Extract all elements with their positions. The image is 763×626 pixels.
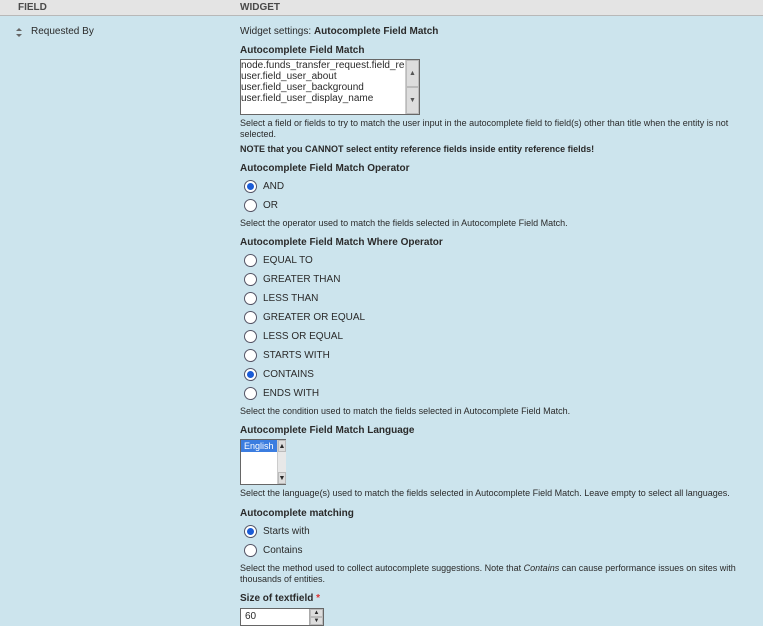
where-operator-option[interactable]: LESS OR EQUAL — [244, 330, 751, 343]
field-match-option[interactable]: node.funds_transfer_request.field_reques… — [241, 60, 405, 71]
where-operator-option[interactable]: ENDS WITH — [244, 387, 751, 400]
stepper-up-icon[interactable]: ▲ — [310, 609, 323, 617]
section-title-matching: Autocomplete matching — [240, 508, 751, 519]
matching-label: Contains — [263, 545, 302, 556]
section-title-size: Size of textfield * — [240, 593, 751, 604]
drag-handle-icon[interactable] — [14, 28, 23, 37]
radio-icon[interactable] — [244, 387, 257, 400]
language-help: Select the language(s) used to match the… — [240, 488, 751, 499]
where-operator-option[interactable]: STARTS WITH — [244, 349, 751, 362]
stepper-down-icon[interactable]: ▼ — [310, 617, 323, 625]
where-operator-label: GREATER THAN — [263, 274, 340, 285]
radio-icon[interactable] — [244, 273, 257, 286]
operator-label: OR — [263, 200, 278, 211]
widget-settings-value: Autocomplete Field Match — [314, 26, 438, 37]
where-operator-option[interactable]: GREATER OR EQUAL — [244, 311, 751, 324]
field-match-option[interactable]: user.field_user_about — [241, 71, 405, 82]
size-input-value[interactable]: 60 — [241, 609, 309, 625]
section-title-where-operator: Autocomplete Field Match Where Operator — [240, 237, 751, 248]
widget-settings-label: Widget settings: — [240, 26, 311, 37]
matching-help: Select the method used to collect autoco… — [240, 563, 751, 586]
radio-icon[interactable] — [244, 254, 257, 267]
matching-label: Starts with — [263, 526, 310, 537]
where-operator-option[interactable]: EQUAL TO — [244, 254, 751, 267]
where-operator-label: ENDS WITH — [263, 388, 319, 399]
language-multiselect[interactable]: English ▲ ▼ — [240, 439, 286, 485]
radio-icon[interactable] — [244, 199, 257, 212]
radio-icon[interactable] — [244, 330, 257, 343]
size-input[interactable]: 60 ▲ ▼ — [240, 608, 324, 626]
scroll-down-icon[interactable]: ▼ — [278, 472, 287, 484]
field-match-help-1: Select a field or fields to try to match… — [240, 118, 751, 141]
operator-label: AND — [263, 181, 284, 192]
radio-icon[interactable] — [244, 292, 257, 305]
where-operator-label: EQUAL TO — [263, 255, 313, 266]
radio-icon[interactable] — [244, 544, 257, 557]
language-option[interactable]: English — [241, 440, 277, 452]
operator-option[interactable]: OR — [244, 199, 751, 212]
operator-help: Select the operator used to match the fi… — [240, 218, 751, 229]
where-operator-label: STARTS WITH — [263, 350, 330, 361]
section-title-operator: Autocomplete Field Match Operator — [240, 163, 751, 174]
matching-option[interactable]: Contains — [244, 544, 751, 557]
where-operator-option[interactable]: CONTAINS — [244, 368, 751, 381]
matching-option[interactable]: Starts with — [244, 525, 751, 538]
scroll-up-icon[interactable]: ▲ — [278, 440, 287, 452]
where-operator-option[interactable]: GREATER THAN — [244, 273, 751, 286]
radio-icon[interactable] — [244, 368, 257, 381]
field-match-option[interactable]: user.field_user_display_name — [241, 93, 405, 104]
header-widget: WIDGET — [240, 0, 763, 15]
field-match-option[interactable]: user.field_user_background — [241, 82, 405, 93]
where-operator-label: LESS OR EQUAL — [263, 331, 343, 342]
scroll-up-icon[interactable]: ▲ — [406, 60, 419, 87]
section-title-language: Autocomplete Field Match Language — [240, 425, 751, 436]
where-operator-label: LESS THAN — [263, 293, 318, 304]
where-operator-help: Select the condition used to match the f… — [240, 406, 751, 417]
field-label: Requested By — [31, 26, 94, 37]
radio-icon[interactable] — [244, 525, 257, 538]
field-match-help-2: NOTE that you CANNOT select entity refer… — [240, 144, 594, 154]
operator-option[interactable]: AND — [244, 180, 751, 193]
radio-icon[interactable] — [244, 349, 257, 362]
where-operator-label: GREATER OR EQUAL — [263, 312, 365, 323]
where-operator-option[interactable]: LESS THAN — [244, 292, 751, 305]
radio-icon[interactable] — [244, 180, 257, 193]
scroll-down-icon[interactable]: ▼ — [406, 87, 419, 114]
where-operator-label: CONTAINS — [263, 369, 314, 380]
required-indicator-icon: * — [316, 593, 320, 604]
radio-icon[interactable] — [244, 311, 257, 324]
header-field: FIELD — [0, 0, 240, 15]
section-title-field-match: Autocomplete Field Match — [240, 45, 751, 56]
field-match-multiselect[interactable]: node.funds_transfer_request.field_reques… — [240, 59, 420, 115]
